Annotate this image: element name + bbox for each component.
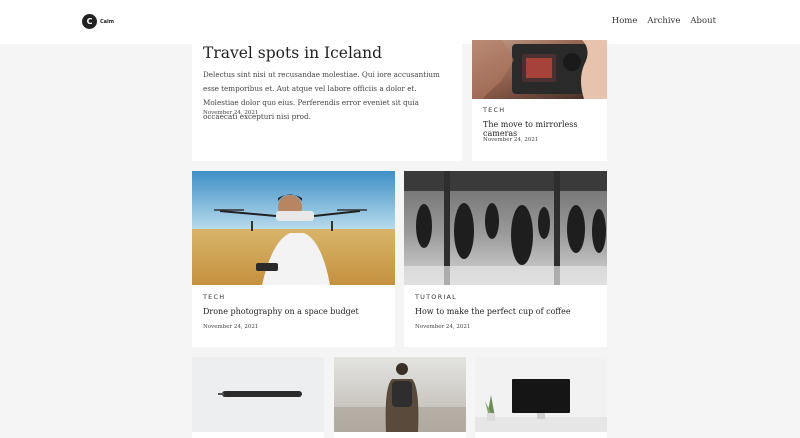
nav-archive[interactable]: Archive <box>647 16 680 26</box>
post-title[interactable]: Drone photography on a space budget <box>203 307 359 316</box>
nav-about[interactable]: About <box>690 16 716 26</box>
post-card[interactable] <box>334 357 466 438</box>
post-title[interactable]: How to make the perfect cup of coffee <box>415 307 571 316</box>
featured-post-card[interactable]: Travel spots in Iceland Delectus sint ni… <box>192 40 462 161</box>
post-card[interactable] <box>475 357 607 438</box>
main-nav: Home Archive About <box>612 16 716 26</box>
crowd-photo[interactable] <box>404 171 607 285</box>
post-card[interactable] <box>192 357 324 438</box>
post-category[interactable]: TECH <box>203 293 225 301</box>
post-date: November 24, 2021 <box>415 324 471 330</box>
pen-photo[interactable] <box>192 357 324 432</box>
site-header: C Calm Home Archive About <box>0 0 800 44</box>
hiker-photo[interactable] <box>334 357 466 432</box>
site-logo[interactable]: C Calm <box>82 14 114 29</box>
nav-home[interactable]: Home <box>612 16 638 26</box>
post-card[interactable]: TUTORIAL How to make the perfect cup of … <box>404 171 607 347</box>
desk-photo[interactable] <box>475 357 607 432</box>
logo-text: Calm <box>100 18 114 25</box>
post-card[interactable]: TECH Drone photography on a space budget… <box>192 171 395 347</box>
post-title[interactable]: The move to mirrorless cameras <box>483 120 607 138</box>
post-card[interactable]: TECH The move to mirrorless cameras Nove… <box>472 40 607 161</box>
camera-photo[interactable] <box>472 40 607 99</box>
logo-icon: C <box>82 14 97 29</box>
post-category[interactable]: TUTORIAL <box>415 293 457 301</box>
drone-photo[interactable] <box>192 171 395 285</box>
featured-date: November 24, 2021 <box>203 110 259 116</box>
post-date: November 24, 2021 <box>483 137 539 143</box>
post-date: November 24, 2021 <box>203 324 259 330</box>
featured-title[interactable]: Travel spots in Iceland <box>203 44 382 62</box>
post-category[interactable]: TECH <box>483 106 505 114</box>
